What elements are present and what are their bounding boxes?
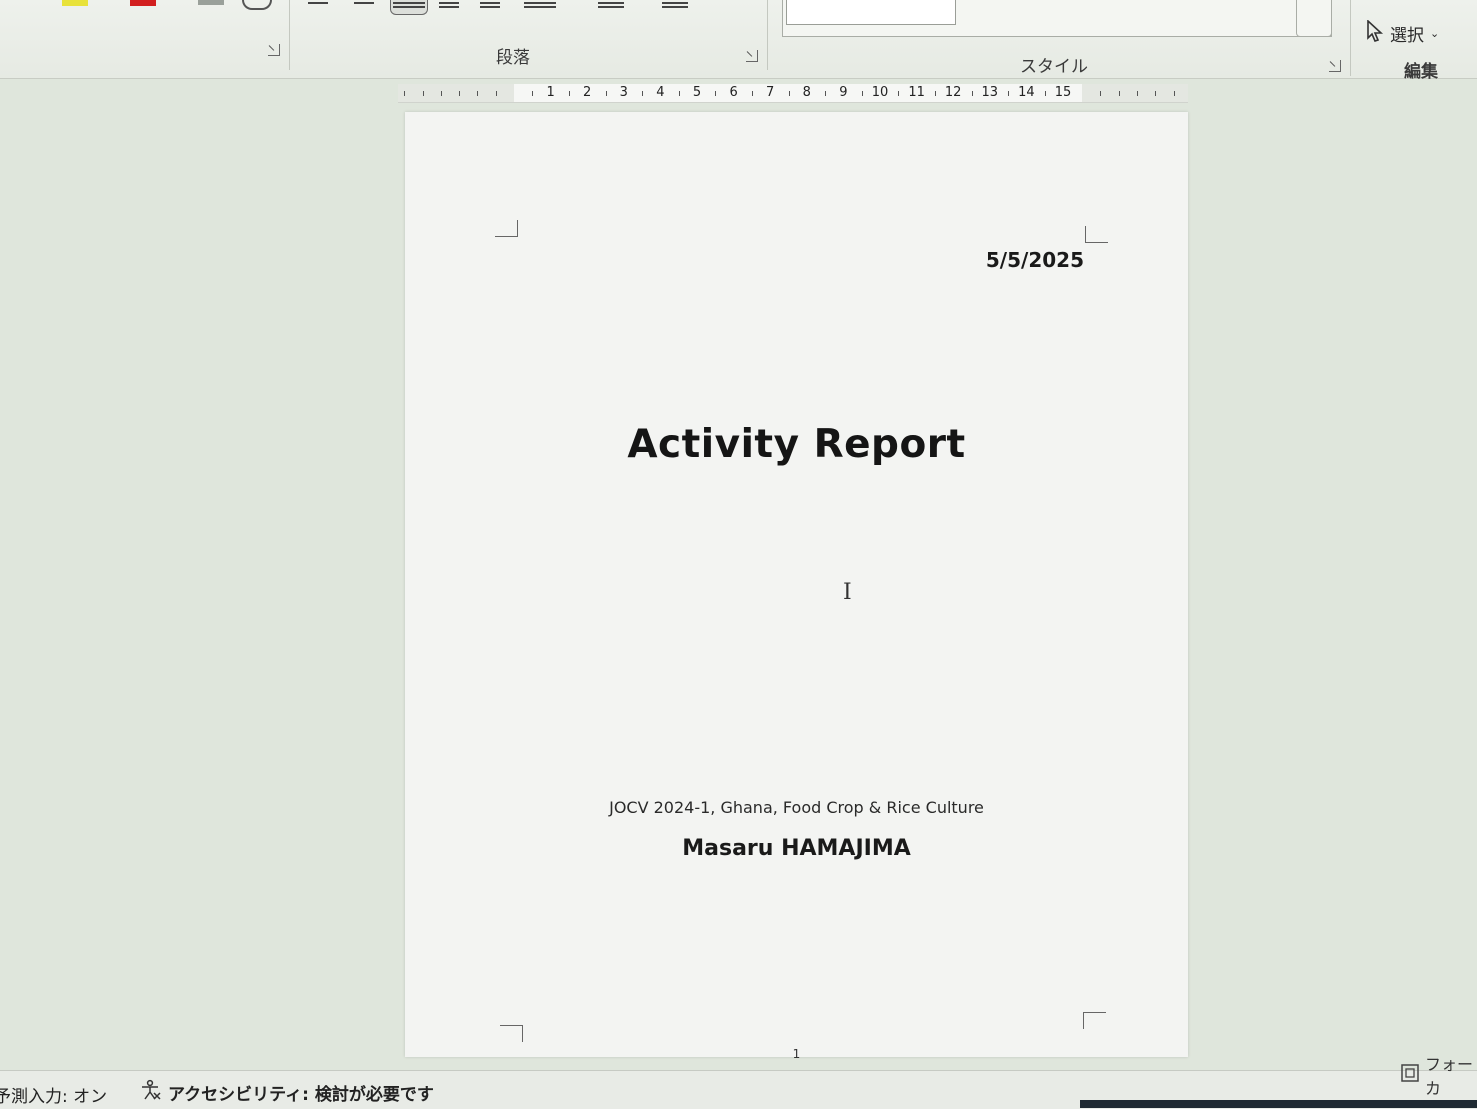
ruler-number: 14	[1018, 85, 1035, 100]
ruler-tick	[1044, 91, 1046, 96]
accessibility-status[interactable]: アクセシビリティ: 検討が必要です	[140, 1079, 434, 1106]
justify-button[interactable]	[437, 0, 461, 14]
clear-format-icon[interactable]	[198, 0, 224, 5]
accessibility-icon	[140, 1079, 162, 1106]
ruler-tick	[751, 91, 753, 96]
page-number: 1	[792, 1047, 801, 1061]
ruler-tick	[825, 91, 827, 96]
document-date[interactable]: 5/5/2025	[986, 248, 1084, 272]
ruler-tick	[1100, 91, 1102, 96]
focus-mode-icon	[1400, 1063, 1420, 1087]
ruler-tick	[934, 91, 936, 96]
font-launcher-icon[interactable]	[268, 44, 280, 56]
document-author[interactable]: Masaru HAMAJIMA	[405, 836, 1188, 861]
ruler-tick	[495, 91, 497, 96]
highlight-color-button[interactable]	[62, 0, 88, 6]
ruler-tick	[788, 91, 790, 96]
crop-mark-top-right	[1085, 226, 1108, 243]
ruler-tick	[605, 91, 607, 96]
ruler-number: 8	[802, 85, 811, 100]
ruler-tick	[678, 91, 680, 96]
ruler-number: 4	[656, 85, 665, 100]
style-gallery[interactable]	[782, 0, 1332, 37]
ruler-number: 1	[546, 85, 555, 100]
paragraph-launcher-icon[interactable]	[746, 50, 758, 62]
ruler-tick	[861, 91, 863, 96]
ruler-tick	[1136, 91, 1138, 96]
style-gallery-more-button[interactable]	[1296, 0, 1332, 37]
accessibility-label: アクセシビリティ: 検討が必要です	[168, 1085, 434, 1105]
line-spacing-button[interactable]	[522, 0, 558, 14]
borders-button[interactable]	[660, 0, 690, 14]
ruler-tick	[971, 91, 973, 96]
crop-mark-bottom-right	[1083, 1012, 1106, 1029]
distributed-button[interactable]	[478, 0, 502, 14]
document-subtitle[interactable]: JOCV 2024-1, Ghana, Food Crop & Rice Cul…	[405, 798, 1188, 817]
ruler-tick	[459, 91, 461, 96]
focus-label: フォーカ	[1425, 1055, 1474, 1098]
text-cursor-icon: I	[843, 580, 852, 605]
ruler-number: 12	[944, 85, 962, 100]
cursor-arrow-icon	[1366, 18, 1384, 47]
styles-launcher-icon[interactable]	[1329, 60, 1341, 72]
font-color-button[interactable]	[130, 0, 156, 6]
align-right-button[interactable]	[390, 0, 428, 15]
ruler-number: 6	[729, 85, 738, 100]
ruler-number: 7	[766, 85, 775, 100]
ruler-tick	[404, 91, 406, 96]
ruler-number: 3	[619, 85, 628, 100]
ribbon: 段落 スタイル 選択 ⌄ 編集	[0, 0, 1477, 82]
style-preview-normal[interactable]	[786, 0, 956, 25]
crop-mark-bottom-left	[500, 1025, 523, 1042]
predictive-input-status[interactable]: 予測入力: オン	[0, 1082, 107, 1107]
ruler-tick	[477, 91, 479, 96]
ruler-tick	[715, 91, 717, 96]
ruler-tick	[642, 91, 644, 96]
ruler-tick	[440, 91, 442, 96]
ruler-number: 11	[908, 85, 925, 100]
align-center-button[interactable]	[352, 0, 376, 14]
ruler-tick	[422, 91, 424, 96]
ruler-tick	[1118, 91, 1120, 96]
shading-button[interactable]	[596, 0, 626, 14]
document-page[interactable]: 5/5/2025 Activity Report I JOCV 2024-1, …	[405, 112, 1188, 1061]
crop-mark-top-left	[495, 220, 518, 237]
ruler-number: 9	[839, 85, 848, 100]
ruler-number: 15	[1054, 85, 1072, 100]
horizontal-ruler[interactable]: 1 2 3 4 5 6 7 8 9 10 11 12 13 14 15	[398, 84, 1188, 103]
document-title[interactable]: Activity Report	[405, 422, 1188, 467]
ruler-tick	[532, 91, 534, 96]
select-label: 選択	[1390, 25, 1424, 46]
ruler-number: 5	[692, 85, 702, 100]
editing-group-label: 編集	[1404, 62, 1438, 82]
ruler-tick	[898, 91, 900, 96]
select-button[interactable]: 選択 ⌄	[1366, 18, 1440, 47]
ruler-tick	[1173, 91, 1175, 96]
align-left-button[interactable]	[306, 0, 330, 14]
taskbar	[1080, 1100, 1477, 1108]
chevron-down-icon: ⌄	[1430, 26, 1440, 40]
ruler-tick	[1008, 91, 1010, 96]
char-border-icon[interactable]	[242, 0, 272, 10]
focus-mode-button[interactable]: フォーカ	[1400, 1051, 1477, 1099]
styles-group-label: スタイル	[1020, 57, 1088, 77]
paragraph-group-label: 段落	[496, 48, 530, 68]
ruler-number: 2	[583, 85, 592, 100]
ruler-right-margin	[1082, 84, 1188, 102]
ruler-number: 10	[871, 85, 889, 100]
ruler-tick	[568, 91, 570, 96]
ruler-number: 13	[981, 85, 999, 100]
ruler-tick	[1155, 91, 1157, 96]
